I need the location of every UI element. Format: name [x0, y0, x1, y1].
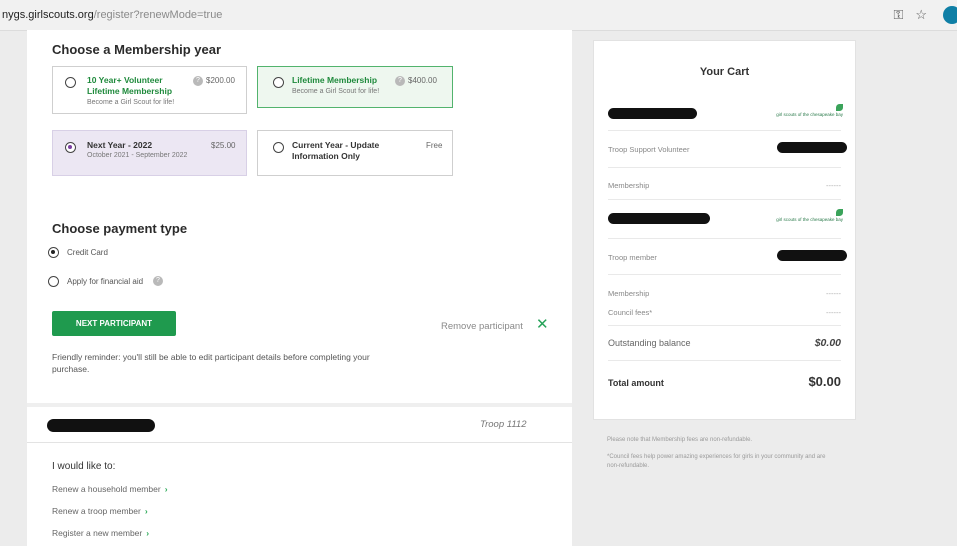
link-label: Renew a troop member: [52, 506, 141, 516]
remove-participant-link[interactable]: Remove participant: [441, 321, 523, 332]
cart-title: Your Cart: [699, 66, 750, 78]
option-current-year-update[interactable]: Current Year - Update Information Only F…: [257, 130, 453, 176]
browser-address-bar[interactable]: nygs.girlscouts.org/register?renewMode=t…: [0, 0, 957, 31]
outstanding-balance-label: Outstanding balance: [608, 338, 691, 348]
redacted-participant-name: [47, 419, 155, 432]
redacted-cart-value: [777, 142, 847, 153]
star-icon[interactable]: ☆: [915, 7, 927, 23]
cart-divider: [608, 167, 841, 168]
key-icon[interactable]: ⚿: [893, 7, 903, 23]
i-would-like-to-heading: I would like to:: [52, 461, 116, 472]
redacted-member-name: [608, 213, 710, 224]
registration-panel: Choose a Membership year 10 Year+ Volunt…: [27, 30, 572, 546]
radio-10-year-volunteer[interactable]: [65, 77, 76, 88]
redacted-cart-value: [777, 250, 847, 261]
total-amount-value: $0.00: [808, 374, 841, 389]
membership-year-title: Choose a Membership year: [52, 42, 222, 57]
cart-value: ------: [826, 308, 841, 317]
girl-scouts-logo: girl scouts of the chesapeake bay: [776, 209, 843, 222]
outstanding-balance-value: $0.00: [814, 337, 841, 349]
option-subtitle: Become a Girl Scout for life!: [292, 88, 380, 95]
renew-household-member-link[interactable]: Renew a household member ›: [52, 484, 168, 494]
url-text[interactable]: nygs.girlscouts.org/register?renewMode=t…: [2, 9, 222, 21]
refund-note: Please note that Membership fees are non…: [607, 437, 753, 443]
redacted-member-name: [608, 108, 697, 119]
cart-divider: [608, 199, 841, 200]
link-label: Register a new member: [52, 528, 143, 538]
cart-value: ------: [826, 181, 841, 190]
radio-credit-card[interactable]: [48, 247, 59, 258]
cart-divider: [608, 130, 841, 131]
close-icon[interactable]: ✕: [536, 317, 549, 332]
option-title: Lifetime Membership: [292, 75, 378, 85]
credit-card-label[interactable]: Credit Card: [67, 248, 108, 257]
chevron-right-icon: ›: [146, 528, 150, 538]
cart-row-membership: Membership: [608, 181, 650, 190]
renew-troop-member-link[interactable]: Renew a troop member ›: [52, 506, 148, 516]
payment-type-title: Choose payment type: [52, 221, 188, 236]
option-title: 10 Year+ Volunteer Lifetime Membership: [87, 75, 173, 96]
girl-scouts-logo: girl scouts of the chesapeake bay: [776, 104, 843, 117]
option-10-year-volunteer[interactable]: 10 Year+ Volunteer Lifetime Membership B…: [52, 66, 247, 114]
radio-financial-aid[interactable]: [48, 276, 59, 287]
council-fees-note: *Council fees help power amazing experie…: [607, 454, 826, 469]
trefoil-icon: [836, 104, 843, 111]
cart-divider: [608, 360, 841, 361]
address-bar-icons: ⚿ ☆: [893, 6, 957, 24]
cart-divider: [608, 325, 841, 326]
url-host: nygs.girlscouts.org: [2, 9, 94, 21]
url-path: /register?renewMode=true: [93, 9, 223, 21]
radio-next-year-2022[interactable]: [65, 142, 76, 153]
cart-row-troop-member: Troop member: [608, 253, 657, 262]
option-subtitle: Become a Girl Scout for life!: [87, 99, 175, 106]
option-title: Current Year - Update Information Only: [292, 140, 380, 161]
chevron-right-icon: ›: [144, 506, 148, 516]
option-price: Free: [426, 141, 443, 150]
option-lifetime-membership[interactable]: Lifetime Membership Become a Girl Scout …: [257, 66, 453, 108]
help-icon[interactable]: ?: [193, 76, 203, 86]
option-price: $400.00: [408, 76, 437, 85]
cart-value: ------: [826, 289, 841, 298]
option-title: Next Year - 2022: [87, 140, 153, 150]
cart-row-troop-support-volunteer: Troop Support Volunteer: [608, 145, 690, 154]
friendly-reminder-text: Friendly reminder: you'll still be able …: [52, 352, 370, 374]
option-price: $200.00: [206, 76, 235, 85]
register-new-member-link[interactable]: Register a new member ›: [52, 528, 149, 538]
troop-label: Troop 1112: [480, 419, 527, 430]
profile-avatar-icon[interactable]: [943, 6, 957, 24]
option-subtitle: October 2021 - September 2022: [87, 152, 188, 159]
cart-divider: [608, 274, 841, 275]
next-participant-button[interactable]: NEXT PARTICIPANT: [52, 311, 176, 336]
radio-current-year-update[interactable]: [273, 142, 284, 153]
cart-row-membership: Membership: [608, 289, 650, 298]
financial-aid-label[interactable]: Apply for financial aid: [67, 277, 143, 286]
total-amount-label: Total amount: [608, 378, 664, 388]
radio-lifetime-membership[interactable]: [273, 77, 284, 88]
help-icon[interactable]: ?: [395, 76, 405, 86]
help-icon[interactable]: ?: [153, 276, 163, 286]
cart-panel: Your Cart girl scouts of the chesapeake …: [593, 40, 856, 420]
link-label: Renew a household member: [52, 484, 161, 494]
cart-divider: [608, 238, 841, 239]
option-price: $25.00: [211, 141, 236, 150]
option-next-year-2022[interactable]: Next Year - 2022 October 2021 - Septembe…: [52, 130, 247, 176]
trefoil-icon: [836, 209, 843, 216]
cart-row-council-fees: Council fees*: [608, 308, 653, 317]
chevron-right-icon: ›: [164, 484, 168, 494]
